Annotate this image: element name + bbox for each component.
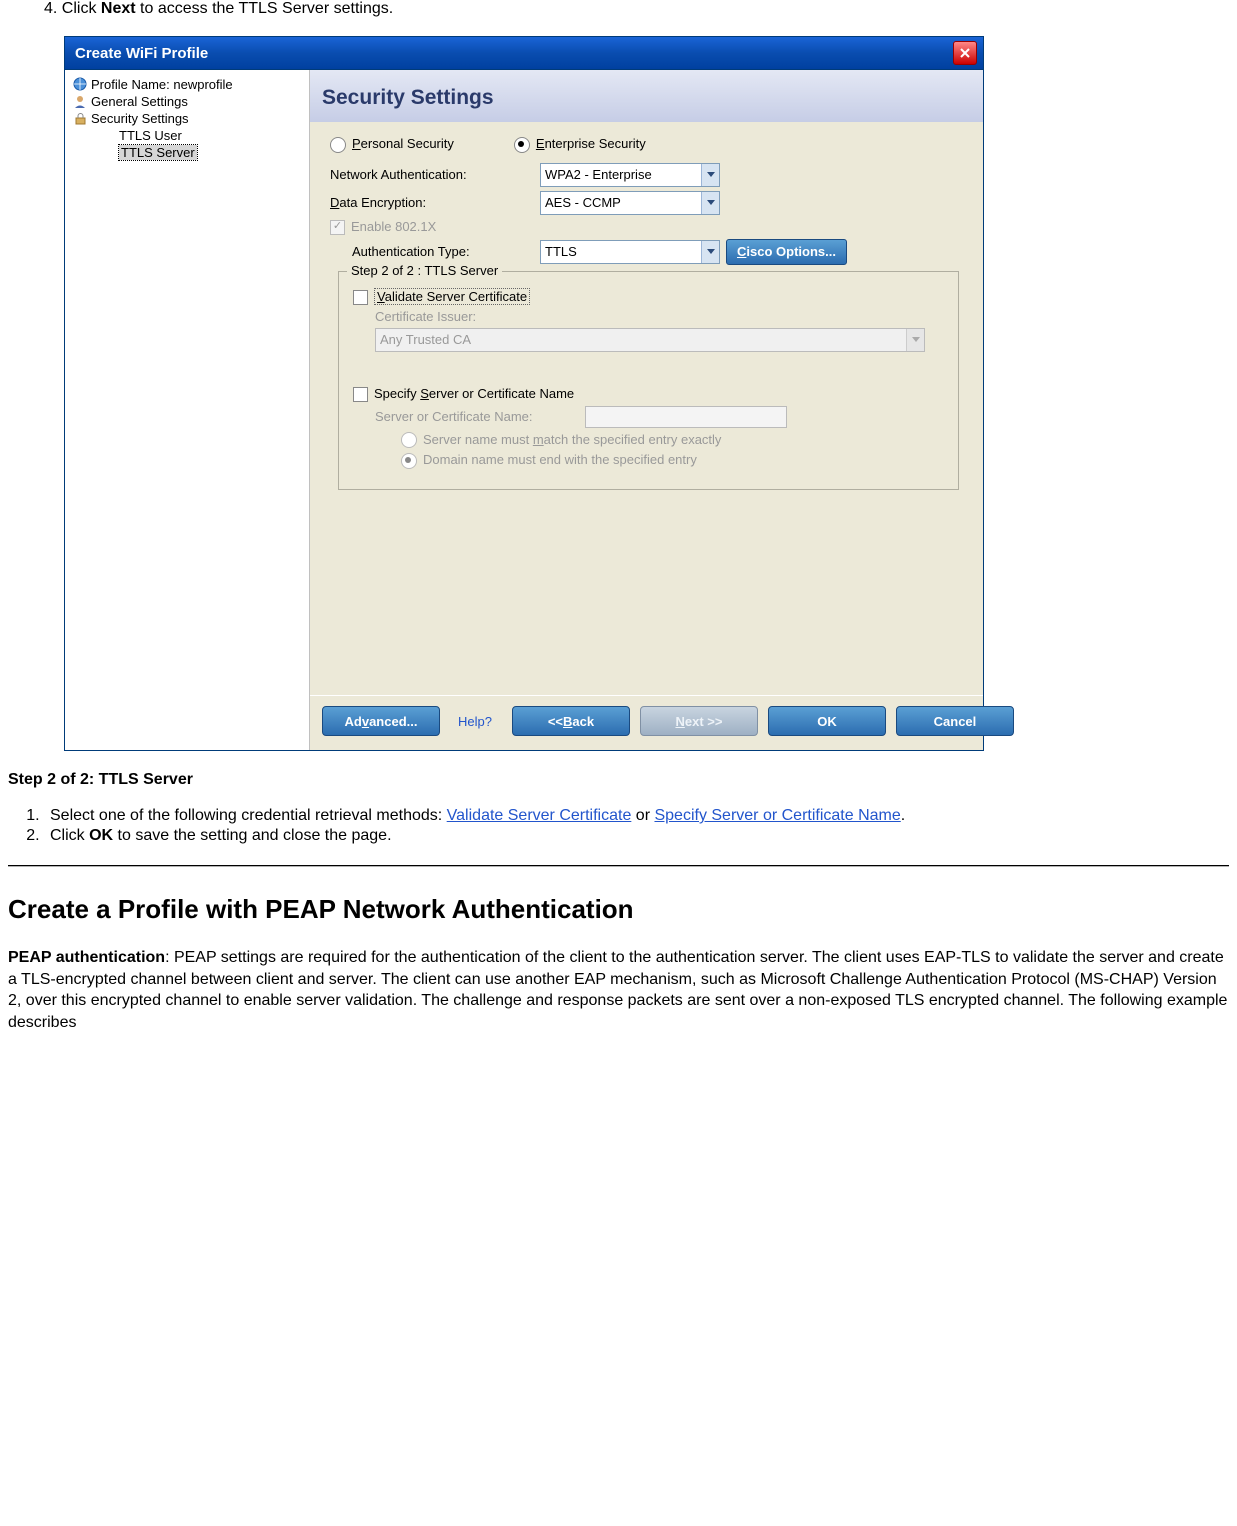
peap-heading: Create a Profile with PEAP Network Authe… bbox=[8, 894, 1229, 925]
tree-profile-name[interactable]: Profile Name: newprofile bbox=[71, 76, 309, 93]
tree-general-settings[interactable]: General Settings bbox=[71, 93, 309, 110]
profile-tree: Profile Name: newprofile General Setting… bbox=[65, 70, 310, 750]
step-2: Click OK to save the setting and close t… bbox=[44, 827, 1229, 845]
groupbox-legend: Step 2 of 2 : TTLS Server bbox=[347, 263, 502, 278]
network-auth-select[interactable]: WPA2 - Enterprise bbox=[540, 163, 720, 187]
user-icon bbox=[73, 94, 88, 109]
close-button[interactable] bbox=[953, 41, 977, 65]
ttls-server-group: Step 2 of 2 : TTLS Server Validate Serve… bbox=[338, 271, 959, 490]
separator bbox=[8, 865, 1229, 866]
match-exact-radio: Server name must match the specified ent… bbox=[401, 432, 721, 449]
instruction-4: 4. Click Next to access the TTLS Server … bbox=[44, 0, 1229, 18]
window-title: Create WiFi Profile bbox=[71, 45, 953, 62]
next-button: Next >> bbox=[640, 706, 758, 736]
window-titlebar: Create WiFi Profile bbox=[65, 37, 983, 70]
cisco-options-button[interactable]: Cisco Options... bbox=[726, 239, 847, 265]
tree-ttls-user[interactable]: TTLS User bbox=[71, 127, 309, 144]
tree-ttls-server[interactable]: TTLS Server bbox=[71, 144, 309, 161]
globe-icon bbox=[73, 77, 88, 92]
cert-issuer-label: Certificate Issuer: bbox=[375, 309, 476, 324]
data-encryption-label: Data Encryption: bbox=[330, 195, 540, 210]
tree-security-settings[interactable]: Security Settings bbox=[71, 110, 309, 127]
main-panel: Security Settings Personal Security Ente… bbox=[310, 70, 983, 750]
enterprise-security-radio[interactable]: Enterprise Security bbox=[514, 136, 646, 153]
lock-icon bbox=[73, 111, 88, 126]
server-name-label: Server or Certificate Name: bbox=[375, 409, 585, 424]
dropdown-arrow-icon bbox=[906, 329, 924, 351]
create-wifi-profile-window: Create WiFi Profile Profile Name: newpro… bbox=[64, 36, 984, 751]
dropdown-arrow-icon bbox=[701, 241, 719, 263]
dropdown-arrow-icon bbox=[701, 192, 719, 214]
close-icon bbox=[960, 48, 970, 58]
step-1: Select one of the following credential r… bbox=[44, 807, 1229, 825]
cert-issuer-select: Any Trusted CA bbox=[375, 328, 925, 352]
window-footer: Advanced... Help? << Back Next >> OK Can… bbox=[310, 695, 983, 750]
advanced-button[interactable]: Advanced... bbox=[322, 706, 440, 736]
data-encryption-select[interactable]: AES - CCMP bbox=[540, 191, 720, 215]
specify-server-checkbox[interactable]: Specify Server or Certificate Name bbox=[353, 386, 574, 402]
auth-type-label: Authentication Type: bbox=[352, 244, 540, 259]
cancel-button[interactable]: Cancel bbox=[896, 706, 1014, 736]
enable-8021x-checkbox: Enable 802.1X bbox=[330, 219, 436, 235]
dropdown-arrow-icon bbox=[701, 164, 719, 186]
step-title: Step 2 of 2: TTLS Server bbox=[8, 771, 1229, 789]
ok-button[interactable]: OK bbox=[768, 706, 886, 736]
step-list: Select one of the following credential r… bbox=[44, 807, 1229, 845]
validate-server-cert-checkbox[interactable]: Validate Server Certificate bbox=[353, 288, 530, 305]
help-link[interactable]: Help? bbox=[458, 714, 492, 729]
section-header: Security Settings bbox=[310, 70, 983, 122]
auth-type-select[interactable]: TTLS bbox=[540, 240, 720, 264]
server-name-input bbox=[585, 406, 787, 428]
peap-paragraph: PEAP authentication: PEAP settings are r… bbox=[8, 947, 1229, 1033]
back-button[interactable]: << Back bbox=[512, 706, 630, 736]
specify-server-link[interactable]: Specify Server or Certificate Name bbox=[654, 807, 900, 824]
network-auth-label: Network Authentication: bbox=[330, 167, 540, 182]
personal-security-radio[interactable]: Personal Security bbox=[330, 136, 454, 153]
validate-cert-link[interactable]: Validate Server Certificate bbox=[447, 807, 632, 824]
match-domain-radio: Domain name must end with the specified … bbox=[401, 452, 697, 469]
